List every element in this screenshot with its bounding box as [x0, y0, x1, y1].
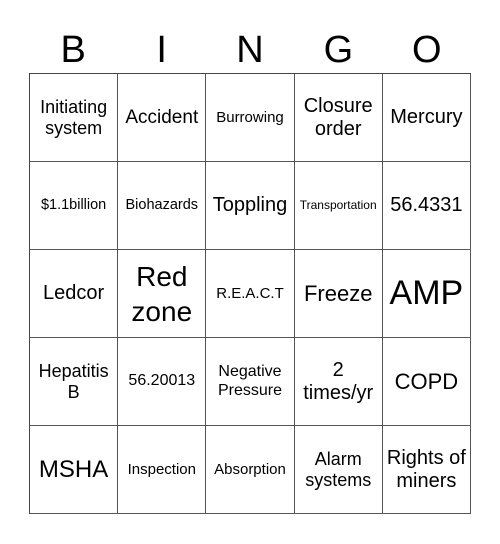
header-letter-o: O — [412, 29, 442, 71]
header-letter-n: N — [236, 29, 264, 71]
bingo-header: B I N G O — [29, 28, 471, 72]
bingo-cell[interactable]: 2 times/yr — [294, 338, 383, 426]
bingo-cell[interactable]: Rights of miners — [382, 426, 471, 514]
bingo-cell[interactable]: 56.20013 — [118, 338, 207, 426]
bingo-cell[interactable]: Burrowing — [206, 74, 295, 162]
bingo-cell[interactable]: $1.1billion — [30, 162, 119, 250]
bingo-cell[interactable]: COPD — [382, 338, 471, 426]
bingo-cell[interactable]: Closure order — [294, 74, 383, 162]
bingo-cell[interactable]: Ledcor — [30, 250, 119, 338]
header-letter-b: B — [60, 29, 86, 71]
header-letter-g: G — [323, 29, 354, 71]
header-letter-i: I — [156, 29, 167, 71]
bingo-cell[interactable]: Initiating system — [30, 74, 119, 162]
bingo-cell[interactable]: Absorption — [206, 426, 295, 514]
bingo-cell[interactable]: AMP — [382, 250, 471, 338]
bingo-cell[interactable]: Negative Pressure — [206, 338, 295, 426]
bingo-cell[interactable]: Freeze — [294, 250, 383, 338]
bingo-cell[interactable]: 56.4331 — [382, 162, 471, 250]
bingo-cell[interactable]: Toppling — [206, 162, 295, 250]
bingo-cell[interactable]: Hepatitis B — [30, 338, 119, 426]
bingo-cell[interactable]: Biohazards — [118, 162, 207, 250]
bingo-cell[interactable]: Alarm systems — [294, 426, 383, 514]
bingo-cell[interactable]: Red zone — [118, 250, 207, 338]
bingo-cell[interactable]: R.E.A.C.T — [206, 250, 295, 338]
bingo-cell[interactable]: Accident — [118, 74, 207, 162]
bingo-cell[interactable]: Mercury — [382, 74, 471, 162]
bingo-cell[interactable]: Transportation — [294, 162, 383, 250]
bingo-grid: Initiating system Accident Burrowing Clo… — [29, 73, 471, 514]
bingo-cell[interactable]: MSHA — [30, 426, 119, 514]
bingo-cell[interactable]: Inspection — [118, 426, 207, 514]
